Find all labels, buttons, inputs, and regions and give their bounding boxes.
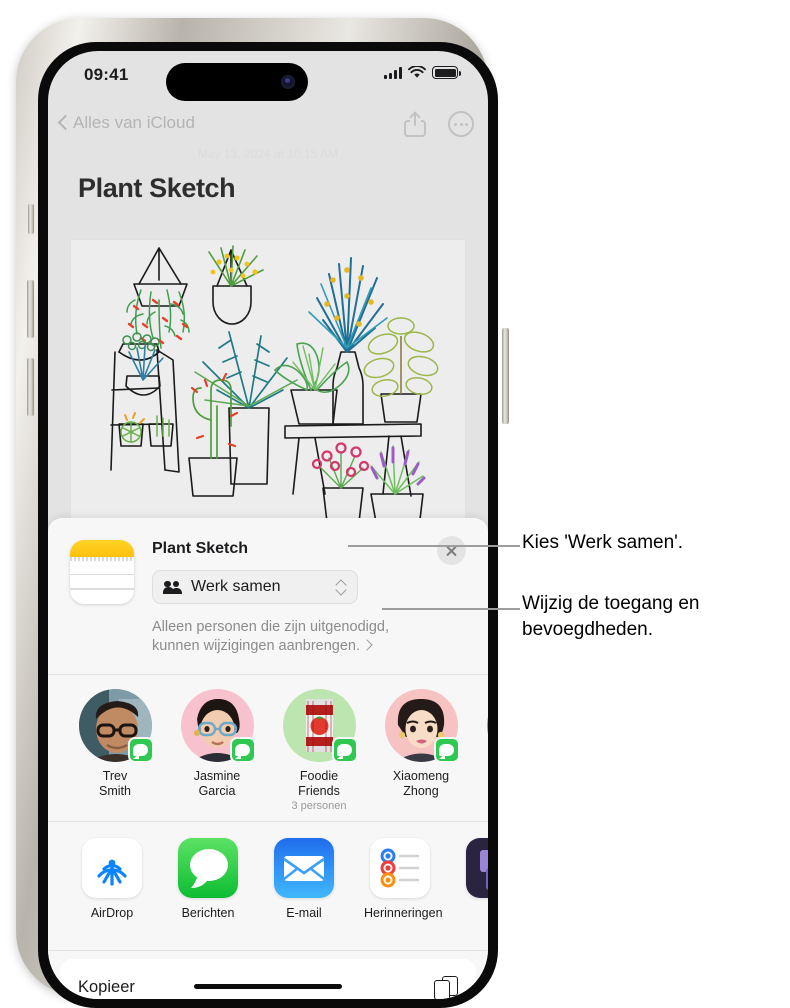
app-label: E-mail (286, 906, 322, 920)
apps-row[interactable]: AirDrop Berichten E-mail Herinneringen (48, 822, 488, 950)
back-button-label: Alles van iCloud (73, 113, 195, 132)
power-button[interactable] (502, 328, 509, 424)
app-label: AirDrop (90, 906, 134, 920)
mail-icon (274, 838, 334, 898)
contact-name-line1: Xiaomeng (392, 769, 450, 783)
contact-name-line2: Zhong (403, 784, 439, 798)
action-item-copy[interactable]: Kopieer (60, 959, 476, 999)
battery-icon (432, 66, 461, 79)
contact-item[interactable]: Foodie Friends 3 personen (278, 689, 360, 821)
people-icon (162, 580, 183, 594)
chevron-left-icon (58, 114, 68, 132)
collaborate-dropdown[interactable]: Werk samen (152, 570, 358, 604)
actions-list: Kopieer (48, 951, 488, 999)
callout-leader-line-2 (382, 608, 520, 610)
contact-name-line2: Garcia (198, 784, 236, 798)
navigation-bar: Alles van iCloud (48, 107, 488, 151)
contact-item[interactable]: Jasmine Garcia (176, 689, 258, 821)
chevron-right-icon (361, 639, 373, 651)
messages-badge-icon (331, 737, 358, 763)
airdrop-icon (82, 838, 142, 898)
app-label: Berichten (181, 906, 235, 920)
app-item-partial[interactable]: D (460, 838, 488, 950)
contact-name-line1: Trev (102, 769, 128, 783)
phone-screen: 09:41 Alles van iCloud May 13, 2024 at 1… (48, 51, 488, 999)
messages-badge-icon (433, 737, 460, 763)
share-sheet-title: Plant Sketch (152, 540, 249, 557)
screenshot-root: 09:41 Alles van iCloud May 13, 2024 at 1… (0, 0, 790, 1008)
reminders-icon (370, 838, 430, 898)
permission-description-text: Alleen personen die zijn uitgenodigd, ku… (152, 619, 390, 654)
up-down-chevron-icon (335, 577, 347, 597)
messages-badge-icon (127, 737, 154, 763)
home-indicator (194, 984, 342, 989)
app-label: Herinneringen (364, 906, 443, 920)
front-camera-icon (281, 75, 295, 89)
close-icon[interactable] (437, 536, 466, 565)
app-item-messages[interactable]: Berichten (172, 838, 244, 950)
callout-1: Kies 'Werk samen'. (522, 532, 684, 553)
contact-item[interactable]: Trev Smith (74, 689, 156, 821)
share-sheet-header: Plant Sketch Werk samen Alleen personen … (48, 518, 488, 674)
photo-avatar (486, 689, 488, 762)
silent-switch-button[interactable] (28, 204, 34, 234)
contact-subtitle: 3 personen (291, 800, 347, 812)
nav-actions (404, 111, 474, 137)
note-date: May 13, 2024 at 10:15 AM (197, 147, 339, 161)
contact-name-line1: Jasmine (193, 769, 241, 783)
status-bar: 09:41 (48, 51, 488, 105)
page-title: Plant Sketch (78, 173, 236, 203)
ellipsis-circle-icon[interactable] (448, 111, 474, 137)
back-button[interactable]: Alles van iCloud (58, 113, 195, 133)
partial-app-icon (466, 838, 488, 898)
app-item-reminders[interactable]: Herinneringen (364, 838, 443, 950)
contact-item[interactable]: C (482, 689, 488, 821)
collaborate-dropdown-label: Werk samen (191, 578, 281, 595)
contact-item[interactable]: Xiaomeng Zhong (380, 689, 462, 821)
callout-leader-line-1 (348, 545, 520, 547)
share-icon[interactable] (404, 111, 426, 137)
app-label: D (460, 906, 488, 920)
contact-name-line1: Foodie Friends (298, 769, 340, 798)
app-item-mail[interactable]: E-mail (268, 838, 340, 950)
contact-name-line2: Smith (99, 784, 131, 798)
contact-name-line1: C (482, 769, 488, 784)
contacts-row[interactable]: Trev Smith Jasmine Garcia Foodie Friends… (48, 675, 488, 821)
plant-sketch-illustration[interactable] (70, 239, 466, 539)
status-bar-indicators (384, 66, 461, 79)
copy-icon (434, 974, 458, 999)
messages-badge-icon (229, 737, 256, 763)
cellular-signal-icon (384, 66, 402, 79)
notes-app-icon (70, 540, 134, 604)
share-sheet: Plant Sketch Werk samen Alleen personen … (48, 518, 488, 999)
dynamic-island (166, 63, 308, 101)
wifi-icon (408, 66, 426, 78)
messages-icon (178, 838, 238, 898)
volume-up-button[interactable] (27, 280, 34, 338)
action-label: Kopieer (78, 977, 135, 996)
callout-2: Wijzig de toegang en bevoegdheden. (522, 593, 700, 640)
app-item-airdrop[interactable]: AirDrop (76, 838, 148, 950)
permission-description[interactable]: Alleen personen die zijn uitgenodigd, ku… (152, 618, 422, 656)
volume-down-button[interactable] (27, 358, 34, 416)
phone-frame: 09:41 Alles van iCloud May 13, 2024 at 1… (16, 18, 509, 1008)
status-bar-time: 09:41 (84, 65, 129, 84)
